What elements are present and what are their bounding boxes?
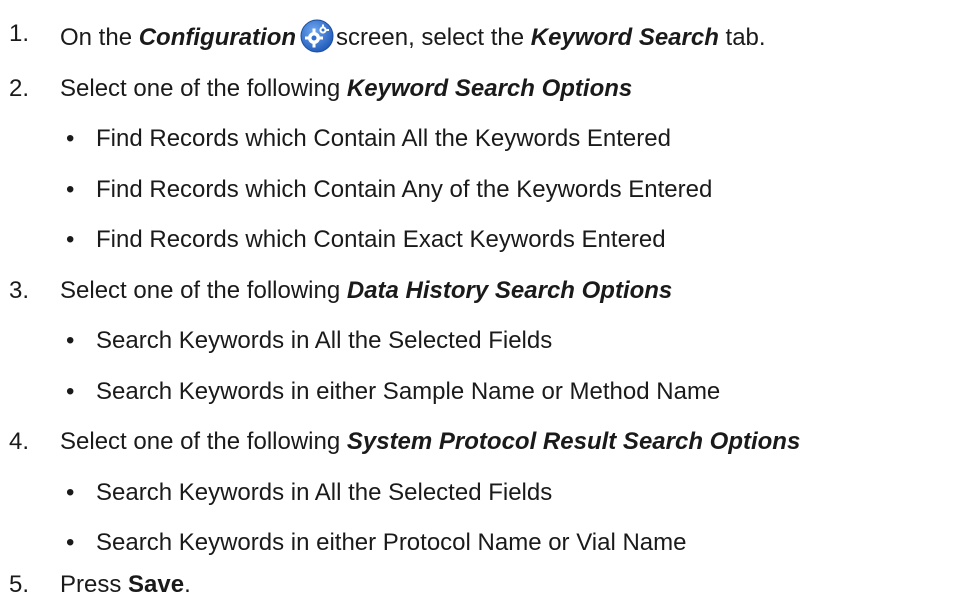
step-text: On the Configuration screen, select the K… <box>60 19 766 53</box>
bullet-icon: • <box>66 327 75 354</box>
step-1-text-b: screen, select the <box>336 24 531 51</box>
step-number: 1. <box>9 20 30 47</box>
step-number: 2. <box>9 75 30 102</box>
keyword-search-term: Keyword Search <box>530 24 719 51</box>
step-text: Select one of the following System Proto… <box>60 427 800 457</box>
bullet-text: Find Records which Contain Any of the Ke… <box>96 176 713 203</box>
bullet-text: Find Records which Contain All the Keywo… <box>96 125 671 152</box>
step-3-text: Select one of the following <box>60 277 347 304</box>
step-text: Select one of the following Keyword Sear… <box>60 74 632 104</box>
step-number: 5. <box>9 571 30 598</box>
system-protocol-result-search-options-term: System Protocol Result Search Options <box>346 428 801 455</box>
data-history-search-options-term: Data History Search Options <box>346 277 673 304</box>
keyword-search-options-term: Keyword Search Options <box>346 75 633 102</box>
step-number: 3. <box>9 277 30 304</box>
bullet-text: Search Keywords in All the Selected Fiel… <box>96 327 553 354</box>
bullet-icon: • <box>66 529 75 556</box>
bullet-icon: • <box>66 226 75 253</box>
step-5-text-a: Press <box>60 571 129 598</box>
save-term: Save <box>128 571 185 598</box>
bullet-text: Find Records which Contain Exact Keyword… <box>96 226 666 253</box>
gear-icon <box>300 19 334 53</box>
bullet-icon: • <box>66 176 75 203</box>
bullet-icon: • <box>66 378 75 405</box>
step-2-text: Select one of the following <box>60 75 347 102</box>
bullet-text: Search Keywords in All the Selected Fiel… <box>96 479 553 506</box>
bullet-icon: • <box>66 479 75 506</box>
step-text: Select one of the following Data History… <box>60 276 672 306</box>
step-4-text: Select one of the following <box>60 428 347 455</box>
bullet-text: Search Keywords in either Sample Name or… <box>96 378 721 405</box>
step-number: 4. <box>9 428 30 455</box>
step-1-text-a: On the <box>60 24 139 51</box>
bullet-icon: • <box>66 125 75 152</box>
configuration-term: Configuration <box>138 24 297 51</box>
step-1-text-c: tab. <box>718 24 766 51</box>
step-text: Press Save. <box>60 570 191 600</box>
bullet-text: Search Keywords in either Protocol Name … <box>96 529 687 556</box>
step-5-text-b: . <box>184 571 191 598</box>
